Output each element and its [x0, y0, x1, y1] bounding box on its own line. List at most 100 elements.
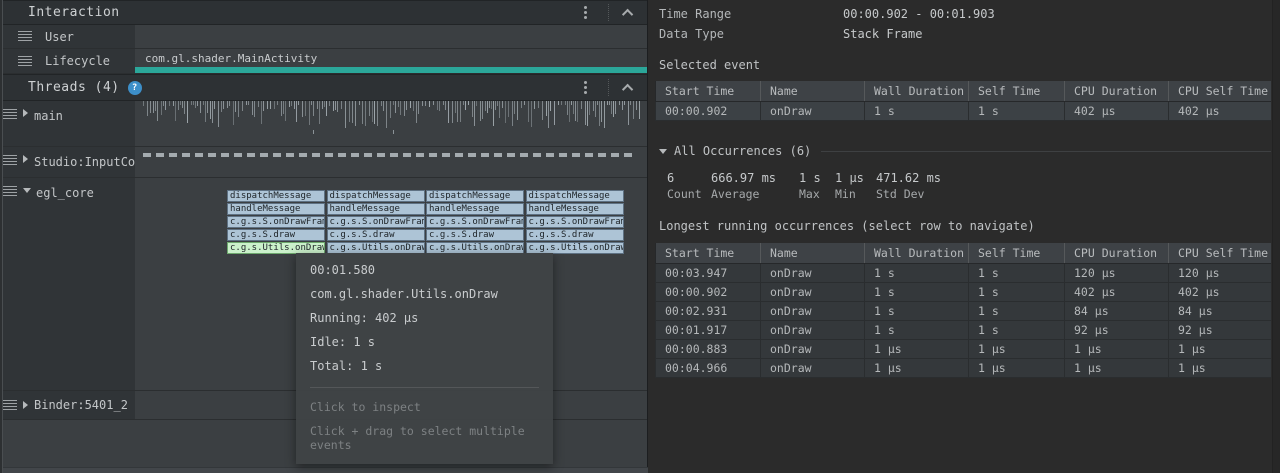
column-header[interactable]: Name	[761, 81, 865, 101]
collapse-arrow-icon[interactable]	[23, 188, 31, 193]
threads-menu-icon[interactable]	[579, 78, 592, 97]
interaction-section-header[interactable]: Interaction	[0, 0, 647, 25]
user-track-content[interactable]	[135, 25, 647, 48]
lifecycle-track-content[interactable]: com.gl.shader.MainActivity	[135, 49, 647, 73]
table-cell[interactable]: onDraw	[761, 301, 865, 320]
table-cell[interactable]: 1 µs	[969, 339, 1065, 358]
table-row[interactable]: 00:00.902onDraw1 s1 s402 µs402 µs	[656, 101, 1271, 120]
table-row[interactable]: 00:02.931onDraw1 s1 s84 µs84 µs	[656, 301, 1271, 320]
table-cell[interactable]: 1 s	[865, 282, 969, 301]
table-cell[interactable]: 84 µs	[1169, 301, 1271, 320]
interaction-collapse-icon[interactable]	[622, 8, 633, 19]
table-cell[interactable]: 00:00.883	[656, 339, 761, 358]
main-thread-track[interactable]	[135, 101, 647, 146]
drag-handle-icon[interactable]	[3, 109, 17, 120]
column-header[interactable]: Wall Duration	[865, 81, 969, 101]
table-cell[interactable]: 92 µs	[1169, 320, 1271, 339]
table-cell[interactable]: 1 s	[865, 301, 969, 320]
table-cell[interactable]: onDraw	[761, 282, 865, 301]
table-cell[interactable]: 00:00.902	[656, 101, 761, 120]
table-cell[interactable]: 1 s	[969, 101, 1065, 120]
table-row[interactable]: 00:01.917onDraw1 s1 s92 µs92 µs	[656, 320, 1271, 339]
table-row[interactable]: 00:04.966onDraw1 µs1 µs1 µs1 µs	[656, 358, 1271, 377]
table-row[interactable]: 00:03.947onDraw1 s1 s120 µs120 µs	[656, 263, 1271, 282]
flame-block[interactable]: c.g.s.S.draw	[327, 229, 425, 241]
column-header[interactable]: Start Time	[656, 243, 761, 263]
flame-block[interactable]: c.g.s.S.onDrawFrame	[426, 216, 524, 228]
table-cell[interactable]: 1 µs	[1169, 358, 1271, 377]
drag-handle-icon[interactable]	[18, 31, 32, 42]
flame-block[interactable]: dispatchMessage	[327, 190, 425, 202]
table-cell[interactable]: onDraw	[761, 263, 865, 282]
help-icon[interactable]: ?	[128, 81, 142, 95]
table-cell[interactable]: onDraw	[761, 101, 865, 120]
inputcon-thread-track[interactable]	[135, 147, 647, 177]
activity-duration-bar[interactable]	[135, 67, 647, 73]
table-cell[interactable]: onDraw	[761, 339, 865, 358]
collapse-arrow-icon[interactable]	[659, 149, 667, 154]
table-cell[interactable]: 00:03.947	[656, 263, 761, 282]
track-row-lifecycle[interactable]: Lifecycle com.gl.shader.MainActivity	[0, 49, 647, 74]
table-cell[interactable]: 00:01.917	[656, 320, 761, 339]
interaction-menu-icon[interactable]	[579, 3, 592, 22]
all-occurrences-header[interactable]: All Occurrences (6)	[659, 144, 1271, 158]
table-cell[interactable]: 120 µs	[1065, 263, 1169, 282]
column-header[interactable]: CPU Self Time	[1169, 81, 1271, 101]
table-cell[interactable]: 402 µs	[1065, 282, 1169, 301]
lifecycle-track-label[interactable]: Lifecycle	[0, 49, 135, 73]
table-cell[interactable]: 1 µs	[1169, 339, 1271, 358]
table-cell[interactable]: 1 µs	[865, 358, 969, 377]
table-cell[interactable]: onDraw	[761, 320, 865, 339]
threads-collapse-icon[interactable]	[622, 83, 633, 94]
column-header[interactable]: CPU Duration	[1065, 81, 1169, 101]
column-header[interactable]: Name	[761, 243, 865, 263]
table-cell[interactable]: 120 µs	[1169, 263, 1271, 282]
column-header[interactable]: Start Time	[656, 81, 761, 101]
drag-handle-icon[interactable]	[3, 186, 17, 197]
table-cell[interactable]: 1 µs	[1065, 339, 1169, 358]
column-header[interactable]: Self Time	[969, 81, 1065, 101]
expand-arrow-icon[interactable]	[23, 401, 28, 409]
thread-row-main[interactable]: main	[0, 101, 647, 147]
flame-block[interactable]: handleMessage	[426, 203, 524, 215]
flame-block[interactable]: handleMessage	[227, 203, 325, 215]
track-row-user[interactable]: User	[0, 25, 647, 49]
drag-handle-icon[interactable]	[18, 56, 32, 67]
flame-block[interactable]: dispatchMessage	[426, 190, 524, 202]
flame-block[interactable]: handleMessage	[327, 203, 425, 215]
inputcon-thread-label[interactable]: Studio:InputCon	[0, 147, 135, 177]
binder-thread-label[interactable]: Binder:5401_2	[0, 391, 135, 419]
scrollbar-track[interactable]	[1272, 0, 1280, 473]
flame-block[interactable]: c.g.s.S.onDrawFrame	[526, 216, 624, 228]
flame-block[interactable]: c.g.s.S.draw	[426, 229, 524, 241]
column-header[interactable]: Self Time	[969, 243, 1065, 263]
column-header[interactable]: CPU Duration	[1065, 243, 1169, 263]
table-cell[interactable]: 1 µs	[1065, 358, 1169, 377]
table-row[interactable]: 00:00.902onDraw1 s1 s402 µs402 µs	[656, 282, 1271, 301]
flame-block[interactable]: handleMessage	[526, 203, 624, 215]
flame-block[interactable]: c.g.s.S.onDrawFrame	[327, 216, 425, 228]
table-cell[interactable]: 00:04.966	[656, 358, 761, 377]
table-cell[interactable]: 1 s	[969, 301, 1065, 320]
table-cell[interactable]: 00:00.902	[656, 282, 761, 301]
table-cell[interactable]: 1 µs	[865, 339, 969, 358]
column-header[interactable]: CPU Self Time	[1169, 243, 1271, 263]
drag-handle-icon[interactable]	[3, 155, 17, 166]
column-header[interactable]: Wall Duration	[865, 243, 969, 263]
flame-block[interactable]: dispatchMessage	[227, 190, 325, 202]
table-cell[interactable]: onDraw	[761, 358, 865, 377]
expand-arrow-icon[interactable]	[23, 109, 28, 117]
user-track-label[interactable]: User	[0, 25, 135, 48]
egl-core-thread-label[interactable]: egl_core	[0, 178, 135, 390]
table-cell[interactable]: 00:02.931	[656, 301, 761, 320]
flame-block[interactable]: dispatchMessage	[526, 190, 624, 202]
table-cell[interactable]: 1 s	[969, 263, 1065, 282]
table-cell[interactable]: 402 µs	[1169, 282, 1271, 301]
table-cell[interactable]: 402 µs	[1169, 101, 1271, 120]
table-cell[interactable]: 1 µs	[969, 358, 1065, 377]
drag-handle-icon[interactable]	[3, 400, 17, 411]
main-thread-label[interactable]: main	[0, 101, 135, 146]
table-cell[interactable]: 1 s	[969, 320, 1065, 339]
table-cell[interactable]: 1 s	[969, 282, 1065, 301]
flame-block[interactable]: c.g.s.S.onDrawFrame	[227, 216, 325, 228]
